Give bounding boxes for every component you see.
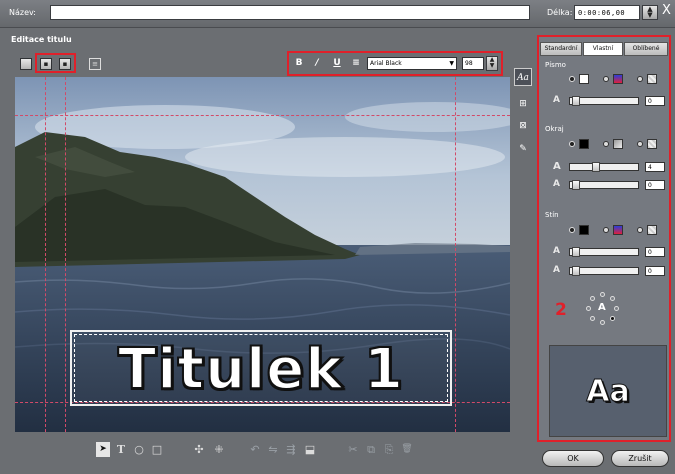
move-tool-icon[interactable]: ✣ bbox=[192, 442, 206, 457]
shadow-dir-n[interactable] bbox=[600, 292, 605, 297]
tab-custom[interactable]: Vlastní bbox=[583, 42, 623, 56]
face-gradient-swatch[interactable] bbox=[613, 74, 623, 84]
duration-spinner[interactable]: ▲ ▼ bbox=[642, 5, 658, 20]
face-color-swatch[interactable] bbox=[579, 74, 589, 84]
align-icon[interactable]: ≡ bbox=[89, 58, 101, 70]
callout-box-1 bbox=[287, 51, 503, 76]
safe-area-guide-left bbox=[45, 77, 46, 432]
style-panel: Standardní Vlastní Oblíbené Písmo A 0 Ok… bbox=[537, 35, 671, 442]
shadow-distance-icon: A bbox=[553, 246, 560, 256]
title-text[interactable]: Titulek 1 bbox=[72, 332, 450, 404]
close-icon[interactable]: X bbox=[662, 3, 671, 18]
edge-label: Okraj bbox=[545, 125, 564, 133]
edge-texture-swatch[interactable] bbox=[647, 139, 657, 149]
shadow-blur-slider[interactable] bbox=[569, 266, 639, 276]
tab-favorites[interactable]: Oblíbené bbox=[624, 42, 668, 56]
rotate-left-icon[interactable]: ↶ bbox=[248, 442, 262, 457]
edge-width-slider[interactable] bbox=[569, 162, 639, 172]
face-texture-swatch[interactable] bbox=[647, 74, 657, 84]
safe-area-guide-right bbox=[455, 77, 456, 432]
blur-icon: A bbox=[553, 95, 560, 105]
shadow-gradient-swatch[interactable] bbox=[613, 225, 623, 235]
ok-button[interactable]: OK bbox=[542, 450, 604, 467]
flip-icon[interactable]: ⇋ bbox=[266, 442, 280, 457]
duration-input[interactable]: 0:00:06,00 bbox=[574, 5, 640, 20]
shadow-label: Stín bbox=[545, 211, 559, 219]
face-blur-value[interactable]: 0 bbox=[645, 96, 665, 106]
shadow-dir-e[interactable] bbox=[614, 306, 619, 311]
edge-texture-radio[interactable] bbox=[637, 141, 643, 147]
text-style-icon[interactable]: Aa bbox=[514, 68, 532, 86]
shadow-distance-slider[interactable] bbox=[569, 247, 639, 257]
callout-box-3 bbox=[35, 53, 76, 73]
background-icon[interactable]: ⊞ bbox=[514, 95, 532, 113]
shadow-dir-w[interactable] bbox=[586, 306, 591, 311]
section-title: Editace titulu bbox=[11, 35, 72, 44]
tab-standard[interactable]: Standardní bbox=[540, 42, 582, 56]
shadow-color-radio[interactable] bbox=[569, 227, 575, 233]
shadow-blur-icon: A bbox=[553, 265, 560, 275]
frame-icon[interactable] bbox=[20, 58, 32, 70]
name-label: Název: bbox=[9, 8, 36, 17]
title-name-input[interactable] bbox=[50, 5, 530, 20]
shadow-blur-value[interactable]: 0 bbox=[645, 266, 665, 276]
distribute-icon[interactable]: ⁜ bbox=[212, 442, 226, 457]
ellipse-tool-icon[interactable]: ○ bbox=[132, 442, 146, 457]
safe-area-guide-top bbox=[15, 115, 510, 116]
shadow-color-swatch[interactable] bbox=[579, 225, 589, 235]
edge-gradient-radio[interactable] bbox=[603, 141, 609, 147]
shadow-dir-s[interactable] bbox=[600, 320, 605, 325]
top-bar: Název: Délka: 0:00:06,00 ▲ ▼ X bbox=[0, 0, 675, 28]
shadow-gradient-radio[interactable] bbox=[603, 227, 609, 233]
shadow-dir-center: A bbox=[598, 302, 606, 313]
copy-icon[interactable]: ⧉ bbox=[364, 442, 378, 457]
face-gradient-radio[interactable] bbox=[603, 76, 609, 82]
shadow-distance-value[interactable]: 0 bbox=[645, 247, 665, 257]
cancel-button[interactable]: Zrušit bbox=[611, 450, 669, 467]
edge-blur-value[interactable]: 0 bbox=[645, 180, 665, 190]
justify-icon[interactable]: ⇶ bbox=[284, 442, 298, 457]
face-blur-slider[interactable] bbox=[569, 96, 639, 106]
face-color-radio[interactable] bbox=[569, 76, 575, 82]
face-label: Písmo bbox=[545, 61, 566, 69]
select-arrow-icon[interactable]: ➤ bbox=[96, 442, 110, 457]
text-tool-icon[interactable]: T bbox=[114, 442, 128, 457]
rectangle-tool-icon[interactable]: □ bbox=[150, 442, 164, 457]
cut-icon[interactable]: ✂ bbox=[346, 442, 360, 457]
pen-icon[interactable]: ✎ bbox=[514, 140, 532, 158]
edge-color-radio[interactable] bbox=[569, 141, 575, 147]
edge-gradient-swatch[interactable] bbox=[613, 139, 623, 149]
image-icon[interactable]: ⊠ bbox=[514, 117, 532, 135]
shadow-dir-ne[interactable] bbox=[610, 296, 615, 301]
title-canvas[interactable]: Titulek 1 bbox=[15, 77, 510, 432]
shadow-dir-se[interactable] bbox=[610, 316, 615, 321]
shadow-dir-sw[interactable] bbox=[590, 316, 595, 321]
edge-width-icon: A bbox=[553, 161, 561, 172]
title-guide-left bbox=[65, 77, 66, 432]
face-texture-radio[interactable] bbox=[637, 76, 643, 82]
title-text-box[interactable]: Titulek 1 bbox=[70, 330, 452, 406]
center-align-icon[interactable]: ⬓ bbox=[303, 442, 317, 457]
callout-2: 2 bbox=[555, 300, 567, 320]
duration-label: Délka: bbox=[547, 8, 573, 17]
style-preview: Aa bbox=[549, 345, 667, 437]
paste-icon[interactable]: ⎘ bbox=[382, 442, 396, 457]
shadow-texture-swatch[interactable] bbox=[647, 225, 657, 235]
delete-icon[interactable]: 🗑 bbox=[400, 442, 414, 457]
shadow-texture-radio[interactable] bbox=[637, 227, 643, 233]
edge-blur-slider[interactable] bbox=[569, 180, 639, 190]
edge-blur-icon: A bbox=[553, 179, 560, 189]
preview-text: Aa bbox=[586, 374, 630, 410]
edge-width-value[interactable]: 4 bbox=[645, 162, 665, 172]
edge-color-swatch[interactable] bbox=[579, 139, 589, 149]
shadow-dir-nw[interactable] bbox=[590, 296, 595, 301]
